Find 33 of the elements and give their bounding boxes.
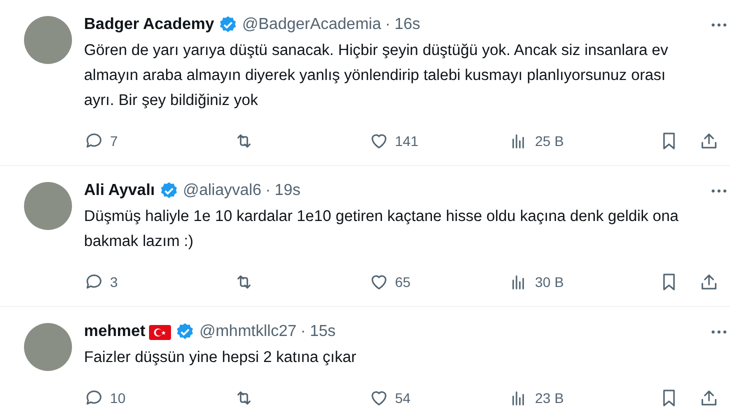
heart-icon (369, 272, 389, 292)
views-button[interactable]: 23 B (509, 388, 564, 408)
like-button[interactable]: 65 (369, 272, 411, 292)
user-handle[interactable]: @aliayval6 (182, 182, 262, 200)
heart-icon (369, 388, 389, 408)
like-button[interactable]: 54 (369, 388, 411, 408)
views-button[interactable]: 25 B (509, 131, 564, 151)
tweet-text: Gören de yarı yarıya düştü sanacak. Hiçbir şeyin düştüğü yok. Ancak siz insanlara ev almayın araba almayın diyerek yanlış yönlendirip talebi kusmayı planlıyorsunuz orası ayrı. Bir şey bildiğiniz yok (84, 41, 670, 111)
avatar-placeholder[interactable] (24, 16, 72, 64)
post-time[interactable]: 19s (274, 182, 300, 200)
views-button[interactable]: 30 B (509, 272, 564, 292)
tweet-text: Faizler düşsün yine hepsi 2 katına çıkar (84, 348, 358, 368)
heart-icon (369, 131, 389, 151)
user-handle[interactable]: @BadgerAcademia (242, 16, 382, 34)
avatar-placeholder[interactable] (24, 182, 72, 230)
tweet-text: Düşmüş haliyle 1e 10 kardalar 1e10 getiren kaçtane hisse oldu kaçına denk geldik ona bakmak lazım :) (84, 207, 680, 252)
separator-dot: · (300, 323, 306, 341)
user-handle[interactable]: @mhmtkllc27 (199, 323, 297, 341)
display-name[interactable]: Badger Academy (84, 16, 214, 34)
avatar-placeholder[interactable] (24, 323, 72, 371)
display-name[interactable]: mehmet (84, 323, 146, 341)
reply-button[interactable]: 7 (84, 131, 118, 151)
post-time[interactable]: 15s (310, 323, 336, 341)
separator-dot: · (265, 182, 271, 200)
reply-button[interactable]: 3 (84, 272, 118, 292)
share-icon[interactable] (699, 272, 719, 292)
share-icon[interactable] (699, 388, 719, 408)
post-time[interactable]: 16s (394, 16, 420, 34)
share-icon[interactable] (699, 131, 719, 151)
like-button[interactable]: 141 (369, 131, 418, 151)
display-name[interactable]: Ali Ayvalı (84, 182, 155, 200)
reply-button[interactable]: 10 (84, 388, 126, 408)
separator-dot: · (385, 16, 390, 34)
